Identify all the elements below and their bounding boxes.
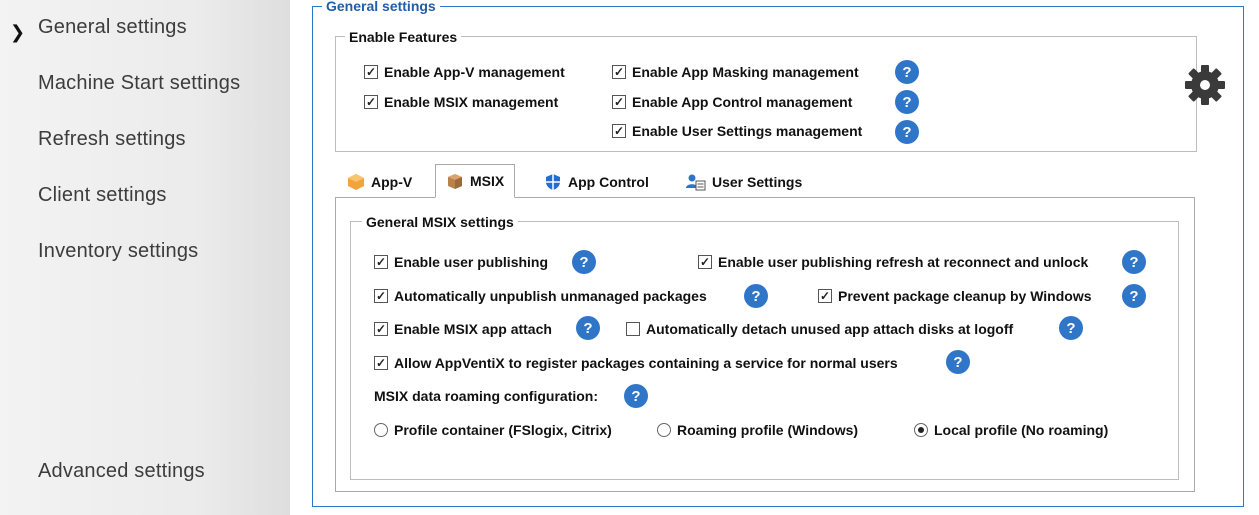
tab-user-settings[interactable]: User Settings — [676, 166, 812, 198]
gear-icon — [1185, 65, 1225, 105]
help-icon[interactable]: ? — [946, 350, 970, 374]
checkbox-box: ✓ — [374, 322, 388, 336]
enable-app-control-checkbox[interactable]: ✓ Enable App Control management — [612, 94, 852, 110]
help-icon[interactable]: ? — [1122, 284, 1146, 308]
sidebar-item-refresh-settings[interactable]: Refresh settings — [38, 128, 186, 151]
prevent-cleanup-checkbox[interactable]: ✓ Prevent package cleanup by Windows — [818, 288, 1092, 304]
general-settings-title: General settings — [322, 0, 440, 14]
help-icon[interactable]: ? — [624, 384, 648, 408]
auto-unpublish-label: Automatically unpublish unmanaged packag… — [394, 288, 707, 304]
radio-local-profile[interactable]: Local profile (No roaming) — [914, 422, 1108, 438]
sidebar-item-advanced-settings[interactable]: Advanced settings — [38, 460, 205, 483]
shield-icon — [546, 174, 560, 190]
auto-detach-checkbox[interactable]: Automatically detach unused app attach d… — [626, 321, 1013, 337]
tab-appv[interactable]: App-V — [337, 166, 422, 198]
enable-app-control-label: Enable App Control management — [632, 94, 853, 110]
help-icon[interactable]: ? — [895, 120, 919, 144]
user-settings-icon — [686, 174, 706, 191]
auto-detach-label: Automatically detach unused app attach d… — [646, 321, 1014, 337]
checkbox-box: ✓ — [612, 65, 626, 79]
tab-msix[interactable]: MSIX — [435, 164, 516, 198]
tab-appv-label: App-V — [371, 174, 413, 190]
radio-button — [914, 423, 928, 437]
sidebar-item-general-settings[interactable]: General settings — [38, 16, 187, 39]
tab-app-control-label: App Control — [568, 174, 649, 190]
checkbox-box: ✓ — [374, 255, 388, 269]
refresh-reconnect-checkbox[interactable]: ✓ Enable user publishing refresh at reco… — [698, 254, 1088, 270]
help-icon[interactable]: ? — [572, 250, 596, 274]
selected-arrow-icon: ❯ — [10, 22, 26, 43]
enable-features-title: Enable Features — [345, 29, 462, 45]
enable-appv-label: Enable App-V management — [384, 64, 565, 80]
radio-button — [657, 423, 671, 437]
allow-register-label: Allow AppVentiX to register packages con… — [394, 355, 898, 371]
refresh-reconnect-label: Enable user publishing refresh at reconn… — [718, 254, 1089, 270]
help-icon[interactable]: ? — [895, 90, 919, 114]
allow-register-checkbox[interactable]: ✓ Allow AppVentiX to register packages c… — [374, 355, 898, 371]
enable-user-settings-label: Enable User Settings management — [632, 123, 863, 139]
enable-msix-checkbox[interactable]: ✓ Enable MSIX management — [364, 94, 558, 110]
auto-unpublish-checkbox[interactable]: ✓ Automatically unpublish unmanaged pack… — [374, 288, 707, 304]
msix-box-icon — [448, 174, 462, 189]
enable-msix-label: Enable MSIX management — [384, 94, 559, 110]
checkbox-box: ✓ — [612, 124, 626, 138]
sidebar: ❯ General settings Machine Start setting… — [0, 0, 290, 515]
enable-app-masking-label: Enable App Masking management — [632, 64, 859, 80]
general-msix-settings-title: General MSIX settings — [362, 214, 518, 230]
checkbox-box: ✓ — [374, 356, 388, 370]
help-icon[interactable]: ? — [1059, 316, 1083, 340]
checkbox-box: ✓ — [612, 95, 626, 109]
enable-appv-checkbox[interactable]: ✓ Enable App-V management — [364, 64, 565, 80]
sidebar-item-machine-start-settings[interactable]: Machine Start settings — [38, 72, 240, 95]
enable-user-settings-checkbox[interactable]: ✓ Enable User Settings management — [612, 123, 862, 139]
radio-roaming-profile[interactable]: Roaming profile (Windows) — [657, 422, 858, 438]
checkbox-box: ✓ — [374, 289, 388, 303]
tab-user-settings-label: User Settings — [712, 174, 803, 190]
enable-app-attach-label: Enable MSIX app attach — [394, 321, 552, 337]
radio-profile-container-label: Profile container (FSlogix, Citrix) — [394, 422, 612, 438]
enable-app-attach-checkbox[interactable]: ✓ Enable MSIX app attach — [374, 321, 552, 337]
radio-local-profile-label: Local profile (No roaming) — [934, 422, 1109, 438]
tab-msix-label: MSIX — [470, 173, 505, 189]
help-icon[interactable]: ? — [1122, 250, 1146, 274]
enable-app-masking-checkbox[interactable]: ✓ Enable App Masking management — [612, 64, 859, 80]
sidebar-item-inventory-settings[interactable]: Inventory settings — [38, 240, 198, 263]
checkbox-box: ✓ — [818, 289, 832, 303]
help-icon[interactable]: ? — [895, 60, 919, 84]
radio-profile-container[interactable]: Profile container (FSlogix, Citrix) — [374, 422, 612, 438]
checkbox-box: ✓ — [364, 65, 378, 79]
radio-button — [374, 423, 388, 437]
enable-user-publishing-checkbox[interactable]: ✓ Enable user publishing — [374, 254, 548, 270]
checkbox-box: ✓ — [698, 255, 712, 269]
checkbox-box: ✓ — [364, 95, 378, 109]
enable-user-publishing-label: Enable user publishing — [394, 254, 549, 270]
checkbox-box — [626, 322, 640, 336]
tab-app-control[interactable]: App Control — [534, 166, 659, 198]
prevent-cleanup-label: Prevent package cleanup by Windows — [838, 288, 1092, 304]
help-icon[interactable]: ? — [744, 284, 768, 308]
sidebar-item-client-settings[interactable]: Client settings — [38, 184, 167, 207]
radio-roaming-profile-label: Roaming profile (Windows) — [677, 422, 859, 438]
help-icon[interactable]: ? — [576, 316, 600, 340]
appv-package-icon — [348, 174, 364, 190]
roaming-config-label: MSIX data roaming configuration: — [374, 388, 599, 404]
